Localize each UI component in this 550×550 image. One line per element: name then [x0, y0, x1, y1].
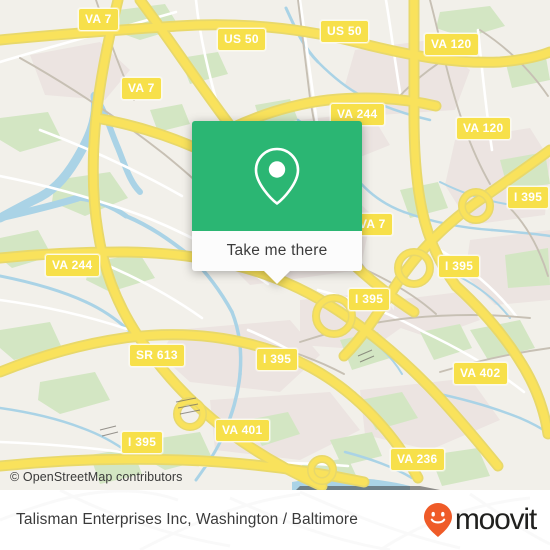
road-shield-label: VA 402 — [460, 366, 501, 380]
take-me-there-label: Take me there — [226, 242, 328, 259]
road-shield: VA 7 — [121, 77, 162, 100]
road-shield-label: VA 7 — [128, 81, 155, 95]
road-shield-label: VA 401 — [222, 423, 263, 437]
popup-header — [192, 121, 362, 231]
road-shield: VA 236 — [390, 448, 445, 471]
road-shield-label: VA 120 — [431, 37, 472, 51]
road-shield-label: US 50 — [224, 32, 259, 46]
map-canvas[interactable]: VA 7 US 50 US 50 VA 120 VA 7 VA 244 VA 120 I 39… — [0, 0, 550, 490]
road-shield: VA 402 — [453, 362, 508, 385]
road-shield: I 395 — [121, 431, 164, 454]
road-shield-label: I 395 — [445, 259, 474, 273]
location-popup-card[interactable]: Take me there — [192, 121, 362, 284]
moovit-smiley-pin-icon — [423, 503, 452, 537]
road-shield: I 395 — [348, 288, 391, 311]
road-shield: I 395 — [256, 348, 299, 371]
moovit-logo[interactable]: moovit — [423, 502, 537, 538]
road-shield: VA 7 — [78, 8, 119, 31]
road-shield: I 395 — [507, 186, 550, 209]
map-screenshot: VA 7 US 50 US 50 VA 120 VA 7 VA 244 VA 120 I 39… — [0, 0, 550, 550]
road-shield-label: VA 244 — [337, 107, 378, 121]
road-shield: VA 244 — [45, 254, 100, 277]
road-shield-label: VA 120 — [463, 121, 504, 135]
road-shield-label: US 50 — [327, 24, 362, 38]
popup-action-bar[interactable]: Take me there — [192, 231, 362, 284]
road-shield: I 395 — [438, 255, 481, 278]
road-shield-label: SR 613 — [136, 348, 178, 362]
road-shield: SR 613 — [129, 344, 185, 367]
road-shield-label: I 395 — [128, 435, 157, 449]
road-shield-label: VA 244 — [52, 258, 93, 272]
road-shield-label: VA 7 — [85, 12, 112, 26]
road-shield: US 50 — [320, 20, 369, 43]
map-pin-icon — [254, 147, 300, 205]
place-title: Talisman Enterprises Inc, Washington / B… — [16, 511, 358, 528]
osm-attribution: © OpenStreetMap contributors — [10, 470, 183, 484]
road-shield-label: VA 236 — [397, 452, 438, 466]
road-shield-label: I 395 — [263, 352, 292, 366]
road-shield: VA 120 — [424, 33, 479, 56]
road-shield-label: I 395 — [514, 190, 543, 204]
road-shield-label: I 395 — [355, 292, 384, 306]
road-shield-label: VA 7 — [359, 217, 386, 231]
footer-bar: Talisman Enterprises Inc, Washington / B… — [0, 490, 550, 550]
popup-pointer — [263, 270, 291, 284]
moovit-wordmark: moovit — [454, 503, 537, 536]
road-shield: US 50 — [217, 28, 266, 51]
road-shield: VA 401 — [215, 419, 270, 442]
road-shield: VA 120 — [456, 117, 511, 140]
